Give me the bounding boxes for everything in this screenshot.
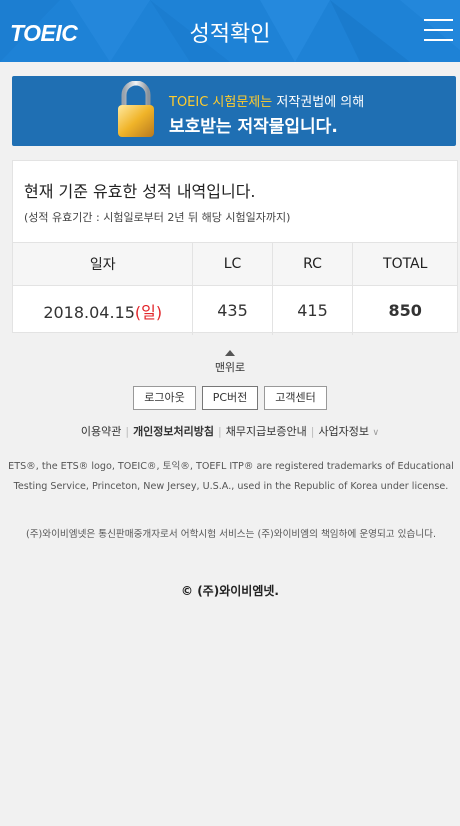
divider: | <box>310 425 315 438</box>
rc-score: 415 <box>271 285 353 335</box>
padlock-icon <box>118 81 154 137</box>
table-header-row: 일자 LC RC TOTAL <box>13 242 457 286</box>
copyright-notice-banner: TOEIC 시험문제는 저작권법에 의해 보호받는 저작물입니다. <box>12 76 456 146</box>
score-table: 일자 LC RC TOTAL 2018.04.15(일) 435 415 850 <box>13 242 457 335</box>
back-to-top-label: 맨위로 <box>214 361 246 374</box>
banner-text-rest: 저작권법에 의해 <box>272 95 365 110</box>
page-title: 성적확인 <box>189 22 271 47</box>
chevron-down-icon[interactable]: ∨ <box>373 428 380 438</box>
lc-score: 435 <box>192 285 272 335</box>
banner-text-line1: TOEIC 시험문제는 저작권법에 의해 <box>169 91 364 110</box>
table-row: 2018.04.15(일) 435 415 850 <box>13 285 457 335</box>
column-header-rc: RC <box>271 242 353 286</box>
trademark-notice: ETS®, the ETS® logo, TOEIC®, 토익®, TOEFL … <box>8 461 454 492</box>
test-date: 2018.04.15 <box>43 302 135 322</box>
test-day: (일) <box>134 302 163 322</box>
test-date-cell: 2018.04.15(일) <box>13 285 193 335</box>
total-score: 850 <box>352 285 457 335</box>
footer-links: 이용약관 | 개인정보처리방침 | 채무지급보증안내 | 사업자정보 ∨ <box>0 423 460 439</box>
pc-version-button[interactable]: PC버전 <box>201 386 259 410</box>
logout-button[interactable]: 로그아웃 <box>133 386 196 410</box>
back-to-top-button[interactable]: 맨위로 <box>205 350 255 375</box>
hamburger-menu-icon[interactable] <box>424 19 454 43</box>
column-header-date: 일자 <box>13 242 193 286</box>
score-card-title: 현재 기준 유효한 성적 내역입니다. <box>24 182 256 201</box>
top-header: TOEIC 성적확인 <box>0 0 460 62</box>
divider: | <box>218 425 222 438</box>
terms-link[interactable]: 이용약관 <box>81 425 121 438</box>
footer-button-group: 로그아웃 PC버전 고객센터 <box>0 386 460 410</box>
banner-text-line2: 보호받는 저작물입니다. <box>169 117 338 137</box>
banner-highlight: TOEIC 시험문제는 <box>169 95 273 110</box>
score-card: 현재 기준 유효한 성적 내역입니다. (성적 유효기간 : 시험일로부터 2년… <box>12 160 458 335</box>
arrow-up-icon <box>225 350 235 356</box>
score-validity-note: (성적 유효기간 : 시험일로부터 2년 뒤 해당 시험일자까지) <box>24 211 291 224</box>
payment-guarantee-link[interactable]: 채무지급보증안내 <box>226 425 307 438</box>
divider: | <box>125 425 130 438</box>
business-info-link[interactable]: 사업자정보 <box>318 425 369 438</box>
copyright-text: © (주)와이비엠넷. <box>181 584 279 598</box>
privacy-policy-link[interactable]: 개인정보처리방침 <box>133 425 214 438</box>
column-header-total: TOTAL <box>352 242 457 286</box>
service-notice: (주)와이비엠넷은 통신판매중개자로서 어학시험 서비스는 (주)와이비엠의 책… <box>25 529 437 540</box>
customer-center-button[interactable]: 고객센터 <box>264 386 327 410</box>
column-header-lc: LC <box>192 242 272 286</box>
